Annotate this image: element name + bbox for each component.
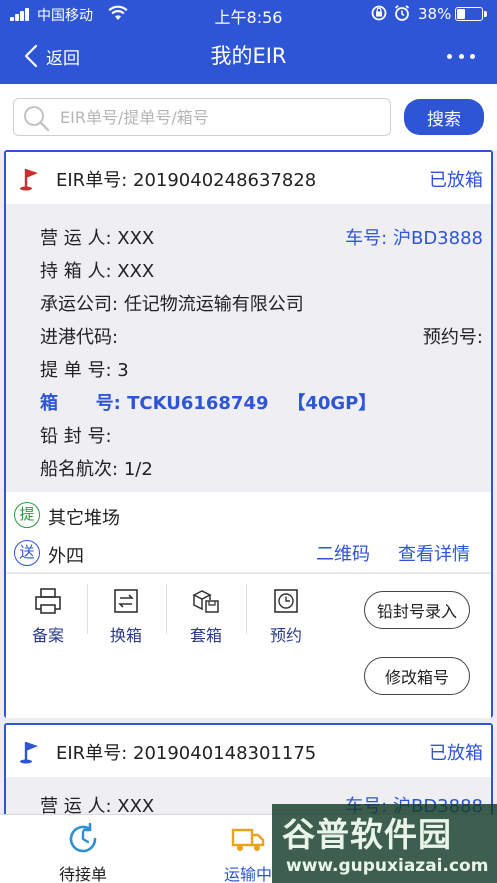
operator-field: 营 运 人: XXX: [40, 228, 155, 249]
set-box-label: 套箱: [189, 626, 222, 645]
bill-value: 3: [117, 360, 129, 381]
search-button[interactable]: 搜索: [404, 99, 484, 135]
pickup-location: 其它堆场: [48, 508, 120, 529]
appointment-button[interactable]: 预约: [256, 586, 316, 646]
deliver-badge: 送: [14, 540, 40, 566]
eir-card[interactable]: EIR单号: 2019040248637828 已放箱 营 运 人: XXX 车…: [4, 150, 493, 718]
pickup-badge: 提: [14, 502, 40, 528]
seal-entry-button[interactable]: 铅封号录入: [364, 591, 470, 629]
box-field: 箱 号: TCKU6168749 【40GP】: [40, 393, 377, 414]
watermark-logo: 谷普软件园: [282, 815, 452, 854]
swap-box-label: 换箱: [109, 626, 142, 645]
carrier-value: 任记物流运输有限公司: [123, 294, 304, 315]
holder-value: XXX: [117, 261, 155, 282]
search-field-container: [13, 98, 391, 136]
printer-icon: [35, 588, 61, 614]
voyage-value: 1/2: [123, 459, 153, 480]
battery-icon: [455, 7, 487, 21]
boxes-icon: [192, 590, 219, 613]
watermark: 谷普软件园 www.gupuxiazai.com: [272, 804, 497, 883]
eir-number-line: EIR单号: 2019040148301175: [56, 743, 317, 764]
truck-icon: [231, 828, 265, 851]
truck-value: 沪BD3888: [392, 228, 483, 249]
refresh-clock-icon: [69, 822, 97, 853]
deliver-location: 外四: [48, 546, 84, 567]
tab-pending-label: 待接单: [58, 865, 107, 883]
status-bar: 中国移动 上午8:56 38%: [0, 0, 497, 28]
operator-field: 营 运 人: XXX: [40, 792, 154, 814]
eir-number: 2019040148301175: [133, 743, 317, 764]
qr-code-link[interactable]: 二维码: [316, 540, 370, 566]
operator-value: XXX: [117, 228, 155, 249]
app-header: 中国移动 上午8:56 38% 返回 我的EIR: [0, 0, 497, 84]
search-bar: 搜索: [0, 84, 497, 150]
seal-field: 铅 封 号:: [40, 426, 112, 447]
back-label: 返回: [46, 48, 80, 69]
battery-percent: 38%: [418, 5, 452, 23]
card-actions: 备案 换箱 套箱 预约 铅封号录入 修改箱号: [6, 573, 491, 718]
chevron-left-icon: [24, 44, 38, 68]
back-button[interactable]: 返回: [24, 40, 80, 72]
rotation-lock-icon: [370, 4, 388, 26]
search-icon: [24, 106, 50, 132]
truck-field: 车号: 沪BD3888: [345, 228, 483, 249]
search-input[interactable]: [60, 101, 380, 133]
record-button[interactable]: 备案: [18, 586, 78, 646]
eir-card[interactable]: EIR单号: 2019040148301175 已放箱 营 运 人: XXX 车…: [4, 723, 493, 814]
divider: [166, 584, 167, 634]
divider: [87, 584, 88, 634]
modify-box-button[interactable]: 修改箱号: [364, 657, 470, 695]
set-box-button[interactable]: 套箱: [176, 586, 236, 646]
status-badge: 已放箱: [429, 170, 483, 191]
divider: [246, 584, 247, 634]
eir-number: 2019040248637828: [133, 170, 317, 191]
blue-flag-icon: [20, 742, 38, 764]
clock-icon: [274, 589, 298, 613]
watermark-url: www.gupuxiazai.com: [286, 856, 489, 876]
box-type: 【40GP】: [287, 393, 377, 414]
more-menu-button[interactable]: [447, 40, 475, 72]
card-header: EIR单号: 2019040148301175 已放箱: [6, 725, 491, 777]
alarm-icon: [393, 4, 411, 26]
appointment-label: 预约: [269, 626, 302, 645]
record-label: 备案: [31, 626, 64, 645]
route-section: 提 其它堆场 送 外四 二维码 查看详情: [6, 492, 491, 572]
eir-list: EIR单号: 2019040248637828 已放箱 营 运 人: XXX 车…: [0, 150, 497, 814]
card-header: EIR单号: 2019040248637828 已放箱: [6, 152, 491, 204]
swap-box-button[interactable]: 换箱: [96, 586, 156, 646]
appointment-field: 预约号:: [422, 327, 483, 348]
carrier-field: 承运公司: 任记物流运输有限公司: [40, 294, 304, 315]
operator-value: XXX: [117, 796, 155, 814]
red-flag-icon: [20, 169, 38, 191]
status-badge: 已放箱: [429, 743, 483, 764]
bill-field: 提 单 号: 3: [40, 360, 129, 381]
box-number: TCKU6168749: [127, 393, 269, 414]
voyage-field: 船名航次: 1/2: [40, 459, 153, 480]
port-code-field: 进港代码:: [40, 327, 119, 348]
view-details-link[interactable]: 查看详情: [398, 540, 470, 566]
holder-field: 持 箱 人: XXX: [40, 261, 155, 282]
eir-number-line: EIR单号: 2019040248637828: [56, 170, 317, 191]
tab-pending[interactable]: 待接单: [28, 821, 138, 883]
more-dots-icon: [447, 53, 452, 59]
swap-icon: [114, 589, 138, 613]
